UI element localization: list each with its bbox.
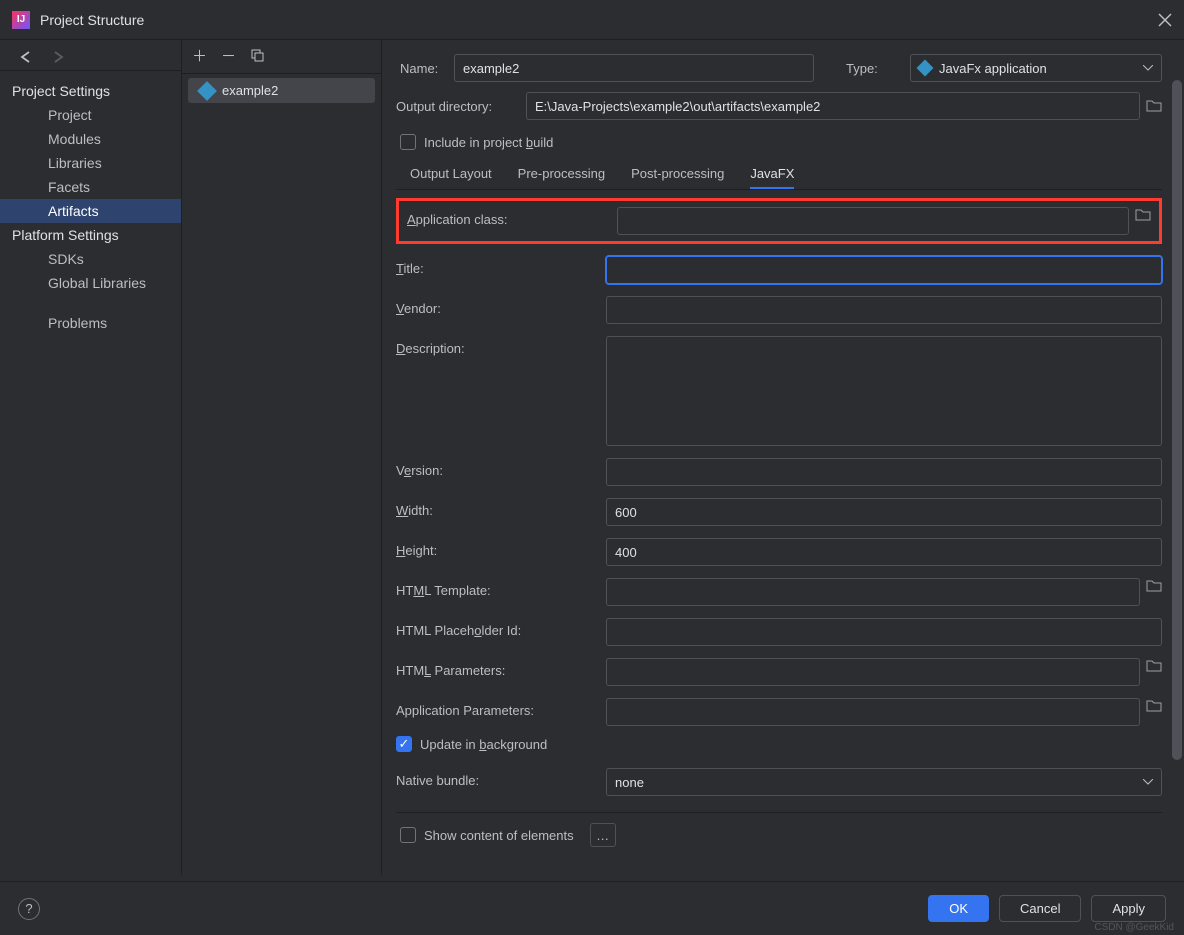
javafx-icon — [917, 60, 934, 77]
sidebar-item-project[interactable]: Project — [0, 103, 181, 127]
browse-folder-icon[interactable] — [1146, 98, 1162, 115]
height-label: Height: — [396, 538, 606, 558]
project-settings-heading: Project Settings — [0, 79, 181, 103]
html-params-input[interactable] — [606, 658, 1140, 686]
vendor-label: Vendor: — [396, 296, 606, 316]
html-template-label: HTML Template: — [396, 578, 606, 598]
app-logo: IJ — [12, 11, 30, 29]
html-placeholder-label: HTML Placeholder Id: — [396, 618, 606, 638]
title-label: Title: — [396, 256, 606, 276]
chevron-down-icon — [1143, 779, 1153, 785]
native-bundle-select[interactable]: none — [606, 768, 1162, 796]
width-label: Width: — [396, 498, 606, 518]
include-build-label: Include in project build — [424, 135, 553, 150]
add-icon[interactable]: ＋ — [192, 49, 207, 64]
artifact-label: example2 — [222, 83, 278, 98]
browse-template-icon[interactable] — [1146, 578, 1162, 606]
show-content-more-button[interactable]: … — [590, 823, 616, 847]
back-icon[interactable] — [18, 50, 36, 64]
scrollbar[interactable] — [1172, 80, 1182, 800]
output-dir-input[interactable] — [526, 92, 1140, 120]
help-button[interactable]: ? — [18, 898, 40, 920]
browse-class-icon[interactable] — [1135, 207, 1151, 235]
browse-app-params-icon[interactable] — [1146, 698, 1162, 726]
native-bundle-value: none — [615, 775, 644, 790]
sidebar-item-modules[interactable]: Modules — [0, 127, 181, 151]
vendor-input[interactable] — [606, 296, 1162, 324]
width-input[interactable] — [606, 498, 1162, 526]
type-label: Type: — [842, 61, 900, 76]
output-dir-label: Output directory: — [396, 99, 526, 114]
browse-html-params-icon[interactable] — [1146, 658, 1162, 686]
sidebar-item-sdks[interactable]: SDKs — [0, 247, 181, 271]
copy-icon[interactable] — [250, 48, 264, 65]
update-background-checkbox[interactable]: ✓ — [396, 736, 412, 752]
sidebar-item-problems[interactable]: Problems — [0, 311, 181, 335]
show-content-label: Show content of elements — [424, 828, 574, 843]
type-select[interactable]: JavaFx application — [910, 54, 1162, 82]
platform-settings-heading: Platform Settings — [0, 223, 181, 247]
forward-icon — [50, 50, 68, 64]
app-params-input[interactable] — [606, 698, 1140, 726]
sidebar-item-facets[interactable]: Facets — [0, 175, 181, 199]
html-template-input[interactable] — [606, 578, 1140, 606]
sidebar-item-global-libraries[interactable]: Global Libraries — [0, 271, 181, 295]
html-params-label: HTML Parameters: — [396, 658, 606, 678]
native-bundle-label: Native bundle: — [396, 768, 606, 788]
name-input[interactable] — [454, 54, 814, 82]
chevron-down-icon — [1143, 65, 1153, 71]
title-input[interactable] — [606, 256, 1162, 284]
apply-button[interactable]: Apply — [1091, 895, 1166, 922]
app-params-label: Application Parameters: — [396, 698, 606, 718]
description-input[interactable] — [606, 336, 1162, 446]
window-title: Project Structure — [40, 12, 1158, 28]
artifact-list-item[interactable]: example2 — [188, 78, 375, 103]
type-value: JavaFx application — [939, 61, 1047, 76]
tab-javafx[interactable]: JavaFX — [750, 160, 794, 189]
cancel-button[interactable]: Cancel — [999, 895, 1081, 922]
javafx-icon — [197, 81, 217, 101]
tab-post-processing[interactable]: Post-processing — [631, 160, 724, 189]
app-class-input[interactable] — [617, 207, 1129, 235]
tab-output-layout[interactable]: Output Layout — [410, 160, 492, 189]
include-build-checkbox[interactable] — [400, 134, 416, 150]
description-label: Description: — [396, 336, 606, 356]
sidebar-item-libraries[interactable]: Libraries — [0, 151, 181, 175]
close-icon[interactable] — [1158, 13, 1172, 27]
version-label: Version: — [396, 458, 606, 478]
html-placeholder-input[interactable] — [606, 618, 1162, 646]
watermark: CSDN @GeekKid — [1094, 922, 1174, 933]
tab-pre-processing[interactable]: Pre-processing — [518, 160, 605, 189]
ok-button[interactable]: OK — [928, 895, 989, 922]
update-background-label: Update in background — [420, 737, 547, 752]
sidebar-item-artifacts[interactable]: Artifacts — [0, 199, 181, 223]
app-class-label: Application class: — [407, 207, 617, 227]
remove-icon[interactable]: － — [221, 49, 236, 64]
name-label: Name: — [396, 61, 454, 76]
height-input[interactable] — [606, 538, 1162, 566]
app-class-highlight: Application class: — [396, 198, 1162, 244]
version-input[interactable] — [606, 458, 1162, 486]
show-content-checkbox[interactable] — [400, 827, 416, 843]
